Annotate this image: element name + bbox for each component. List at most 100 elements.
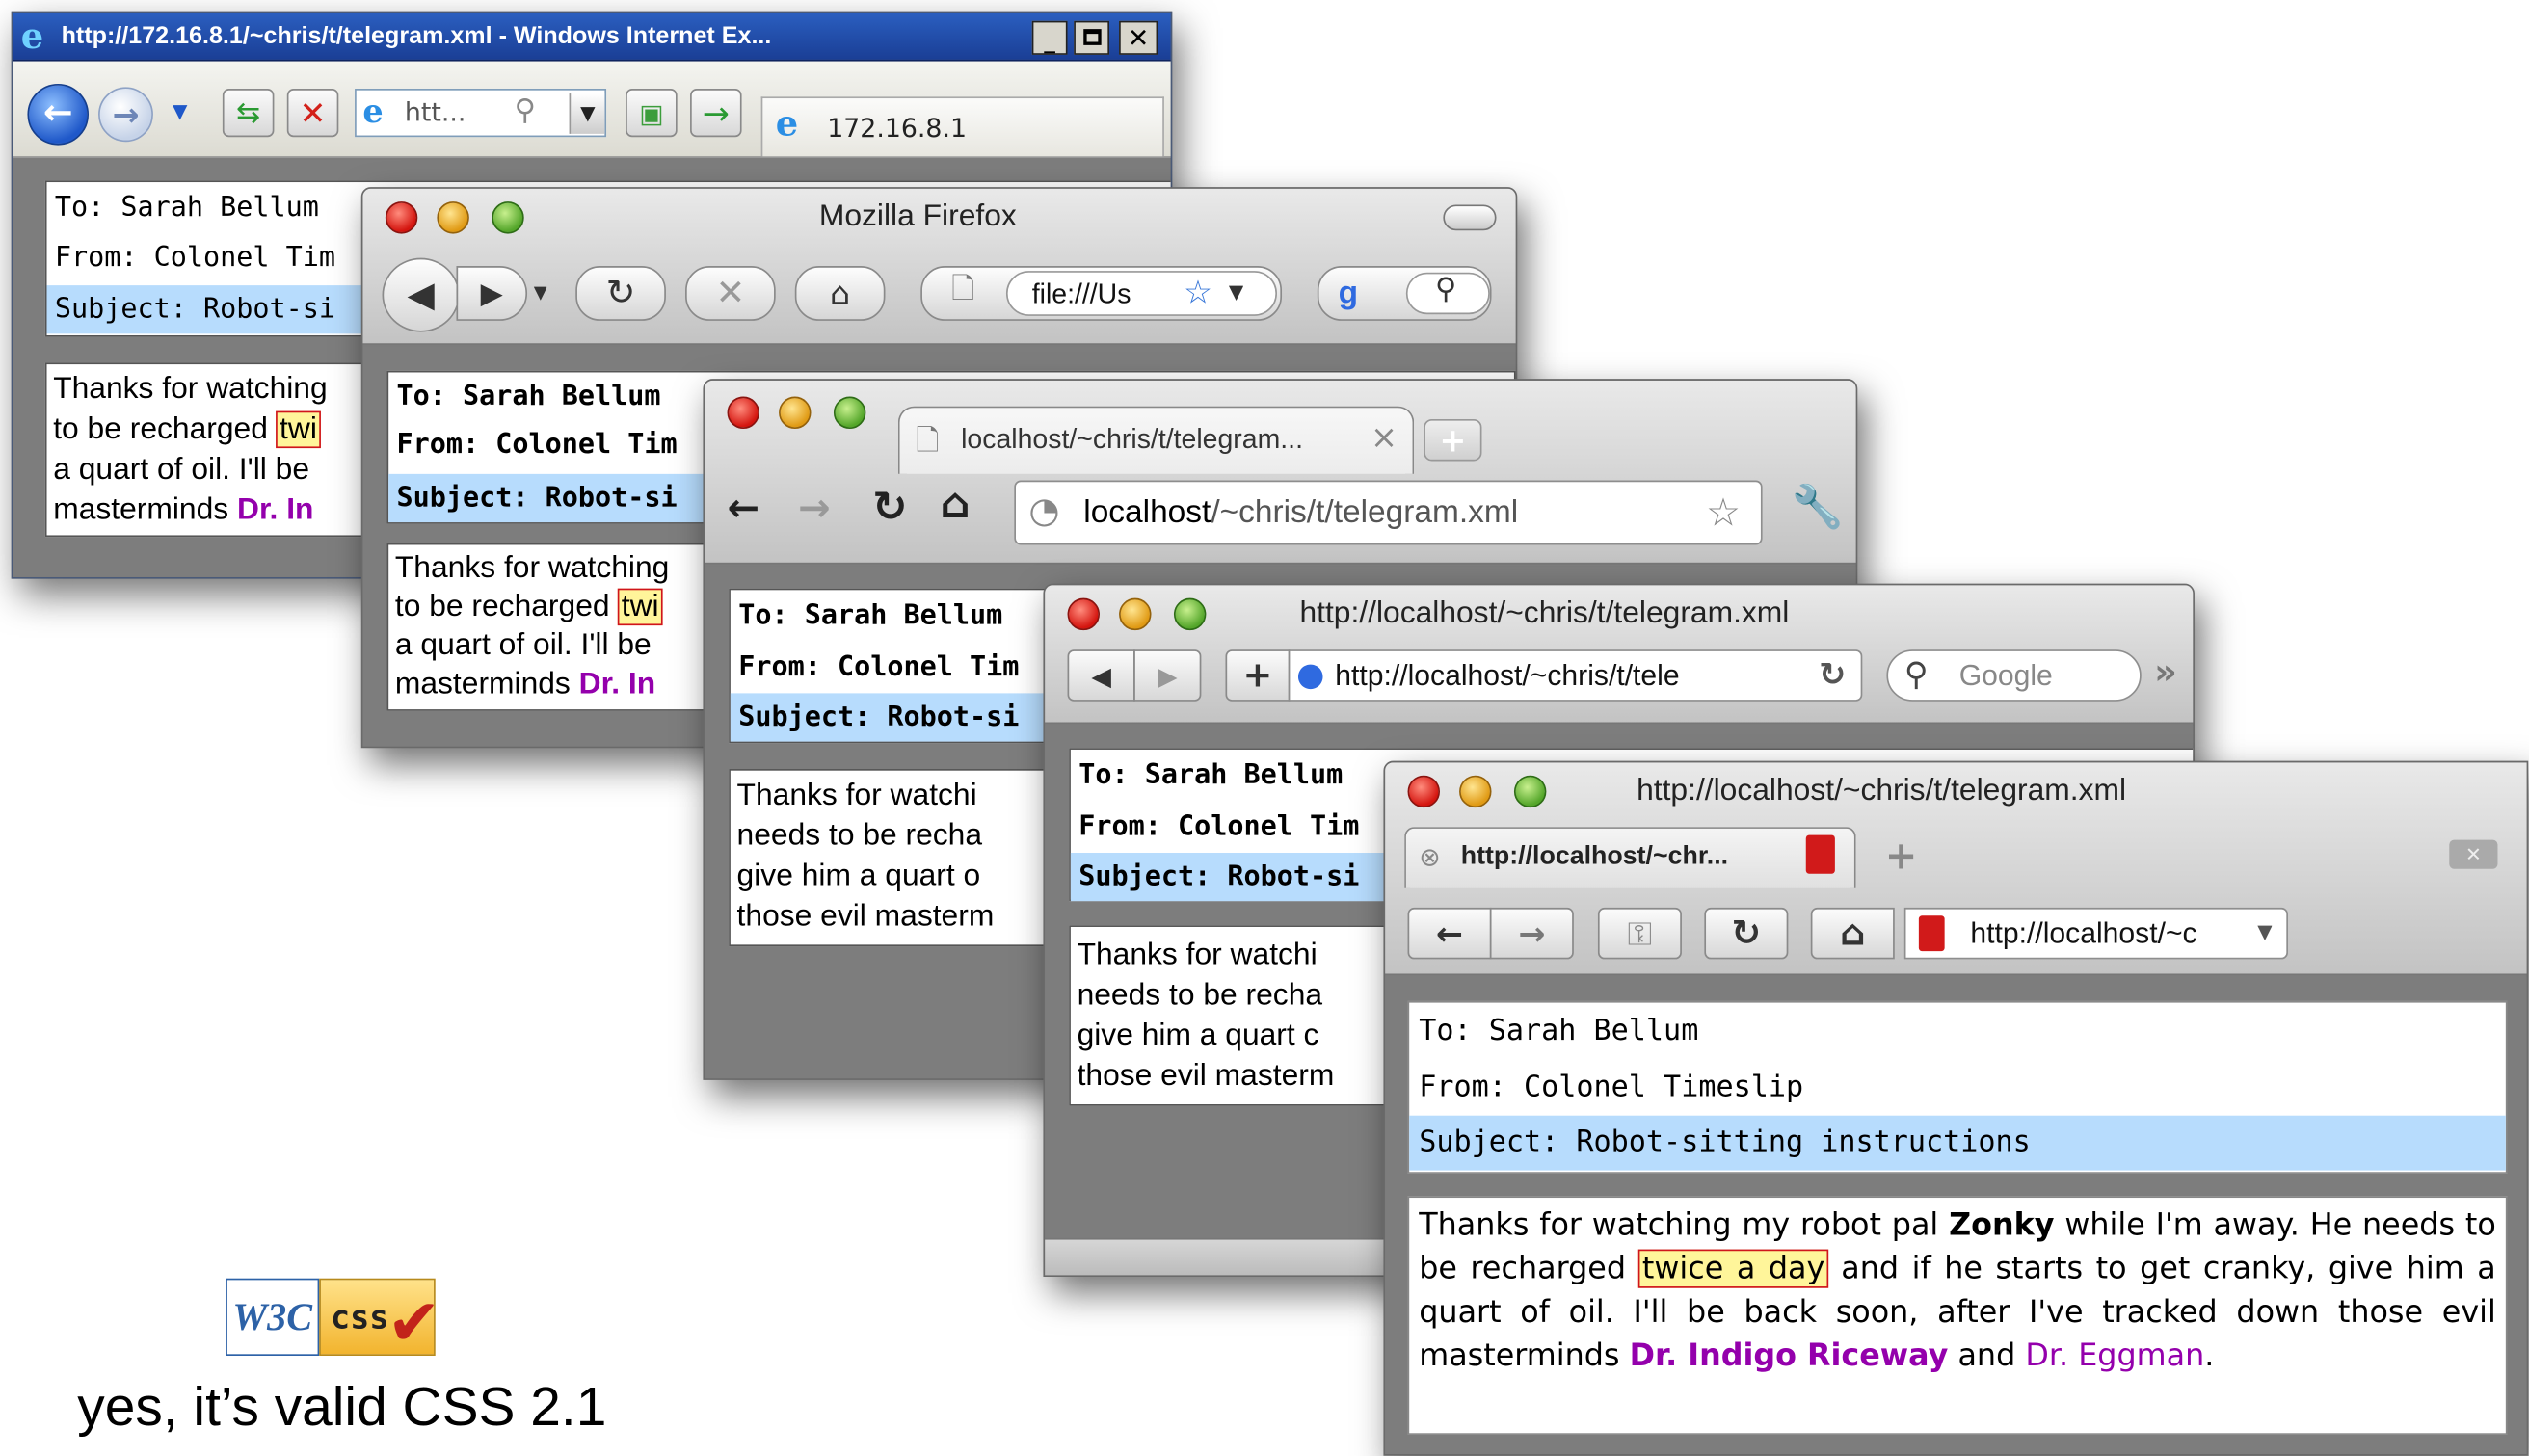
villain-link[interactable]: Dr. Eggman — [2025, 1338, 2204, 1374]
chrome-omnibox[interactable]: ◔ localhost/~chris/t/telegram.xml ☆ — [1014, 480, 1763, 545]
opera-address-field[interactable]: http://localhost/~c ▼ — [1903, 907, 2288, 960]
safari-search-field[interactable]: ⚲ Google — [1886, 649, 2142, 702]
back-button[interactable]: ← — [27, 83, 90, 146]
home-button[interactable]: ⌂ — [940, 481, 970, 529]
highlight-mark: twi — [618, 588, 662, 626]
search-icon[interactable]: ⚲ — [515, 93, 536, 127]
opera-header-block: To: Sarah Bellum From: Colonel Timeslip … — [1407, 1000, 2508, 1174]
address-dropdown-icon[interactable]: ▼ — [1229, 280, 1243, 303]
maximize-button[interactable] — [1074, 20, 1110, 55]
new-tab-button[interactable]: + — [1885, 834, 1918, 879]
history-dropdown-icon[interactable]: ▼ — [534, 282, 547, 304]
reload-button[interactable]: ↻ — [1704, 907, 1789, 960]
rss-icon[interactable]: ▣ — [626, 89, 678, 138]
to-line: To: Sarah Bellum — [1419, 1014, 1699, 1048]
ie-tab[interactable]: e 172.16.8.1 — [760, 96, 1164, 157]
firefox-toolbar: Mozilla Firefox ◀ ▶ ▼ ↻ ✕ ⌂ 🗋 file:///Us… — [362, 188, 1516, 346]
ie-title: http://172.16.8.1/~chris/t/telegram.xml … — [61, 22, 772, 50]
opera-window: http://localhost/~chris/t/telegram.xml ⊗… — [1383, 760, 2529, 1456]
opera-address-text: http://localhost/~c — [1970, 916, 2197, 950]
zoom-button[interactable] — [1173, 597, 1207, 631]
villain-link[interactable]: Dr. Indigo Riceway — [1630, 1338, 1949, 1374]
minimize-button[interactable] — [1119, 597, 1152, 631]
home-button[interactable]: ⌂ — [1810, 907, 1895, 960]
forward-button[interactable]: → — [98, 87, 153, 143]
minimize-button[interactable]: _ — [1031, 20, 1068, 55]
safari-address-text: http://localhost/~chris/t/tele — [1335, 659, 1680, 692]
telegram-body: Thanks for watching my robot pal Zonky w… — [1419, 1207, 2496, 1374]
firefox-address-field[interactable]: 🗋 file:///Us ☆ ▼ — [920, 266, 1283, 321]
ie-logo-icon: e — [20, 19, 44, 55]
close-button[interactable]: ✕ — [1119, 20, 1158, 55]
opera-logo-icon — [1805, 834, 1835, 874]
tab-close-icon[interactable]: × — [1371, 417, 1398, 456]
close-button[interactable] — [385, 201, 418, 234]
reload-icon[interactable]: ↻ — [1819, 654, 1846, 693]
ie-address-text: htt... — [404, 96, 466, 128]
close-button[interactable] — [1407, 775, 1440, 808]
page-icon: 🗋 — [916, 423, 940, 459]
history-dropdown-icon[interactable]: ▼ — [173, 100, 195, 122]
opera-tab[interactable]: ⊗ http://localhost/~chr... — [1404, 827, 1856, 888]
globe-icon: ● — [1296, 654, 1325, 694]
minimize-button[interactable] — [437, 201, 469, 234]
page-info-icon[interactable]: ◔ — [1028, 491, 1059, 532]
ie-page-icon: e — [362, 92, 384, 131]
zoom-button[interactable] — [833, 396, 866, 430]
firefox-title: Mozilla Firefox — [818, 199, 1017, 234]
refresh-button[interactable]: ⇆ — [222, 89, 275, 138]
overflow-chevron-icon[interactable]: » — [2154, 653, 2177, 694]
caption: yes, it’s valid CSS 2.1 — [77, 1376, 607, 1439]
wrench-icon[interactable]: 🔧 — [1792, 484, 1844, 532]
bookmark-star-icon[interactable]: ☆ — [1184, 273, 1212, 311]
bookmark-star-icon[interactable]: ☆ — [1706, 490, 1741, 536]
key-icon[interactable]: ⚿ — [1597, 907, 1682, 960]
chrome-tab[interactable]: 🗋 localhost/~chris/t/telegram... × — [897, 406, 1415, 474]
forward-button[interactable]: ▶ — [1133, 649, 1202, 702]
tab-close-icon[interactable]: ⊗ — [1419, 841, 1440, 872]
opera-tab-label: http://localhost/~chr... — [1460, 842, 1729, 871]
forward-button[interactable]: → — [1489, 907, 1574, 960]
back-button[interactable]: ← — [1407, 907, 1492, 960]
safari-address-field[interactable]: ● http://localhost/~chris/t/tele ↻ — [1288, 649, 1863, 702]
add-bookmark-button[interactable]: + — [1225, 649, 1291, 702]
ie-address-field[interactable]: e htt... ⚲ ▼ — [355, 89, 607, 138]
opera-title: http://localhost/~chris/t/telegram.xml — [1637, 774, 2127, 808]
search-icon[interactable]: ⚲ — [1435, 273, 1456, 306]
close-button[interactable] — [727, 396, 759, 430]
ie-titlebar[interactable]: e http://172.16.8.1/~chris/t/telegram.xm… — [13, 13, 1171, 62]
minimize-button[interactable] — [779, 396, 812, 430]
close-button[interactable] — [1067, 597, 1100, 631]
forward-button[interactable]: ▶ — [456, 266, 528, 321]
new-tab-button[interactable]: + — [1424, 418, 1482, 462]
address-dropdown-button[interactable]: ▼ — [569, 93, 605, 134]
opera-page-icon — [1918, 915, 1945, 952]
reload-button[interactable]: ↻ — [575, 266, 666, 321]
reload-button[interactable]: ↻ — [872, 484, 907, 532]
forward-button[interactable]: → — [798, 486, 831, 531]
ie-tab-label: 172.16.8.1 — [827, 113, 967, 144]
minimize-button[interactable] — [1459, 775, 1492, 808]
back-button[interactable]: ◀ — [382, 257, 460, 332]
zoom-button[interactable] — [492, 201, 524, 234]
safari-title: http://localhost/~chris/t/telegram.xml — [1299, 596, 1790, 631]
address-dropdown-icon[interactable]: ▼ — [2257, 920, 2272, 942]
back-button[interactable]: ◀ — [1067, 649, 1135, 702]
toolbar-toggle-button[interactable] — [1443, 204, 1497, 231]
go-button[interactable]: → — [690, 89, 742, 138]
home-button[interactable]: ⌂ — [794, 266, 886, 321]
stop-button[interactable]: ✕ — [286, 89, 339, 138]
villain-link[interactable]: Dr. In — [237, 493, 313, 527]
opera-body-block: Thanks for watching my robot pal Zonky w… — [1407, 1196, 2508, 1435]
stop-button[interactable]: ✕ — [685, 266, 776, 321]
zoom-button[interactable] — [1513, 775, 1547, 808]
search-icon[interactable]: ⚲ — [1904, 654, 1929, 693]
w3c-css-badge[interactable]: W3C css ✔ — [226, 1278, 451, 1359]
villain-link[interactable]: Dr. In — [579, 668, 655, 702]
subject-line: Subject: Robot-sitting instructions — [1409, 1115, 2506, 1171]
trash-icon[interactable]: ✕ — [2449, 839, 2498, 869]
search-engine-button[interactable]: g ⚲ — [1317, 266, 1492, 321]
search-placeholder: Google — [1958, 659, 2053, 692]
safari-toolbar: http://localhost/~chris/t/telegram.xml ◀… — [1045, 585, 2194, 725]
back-button[interactable]: ← — [728, 486, 760, 531]
